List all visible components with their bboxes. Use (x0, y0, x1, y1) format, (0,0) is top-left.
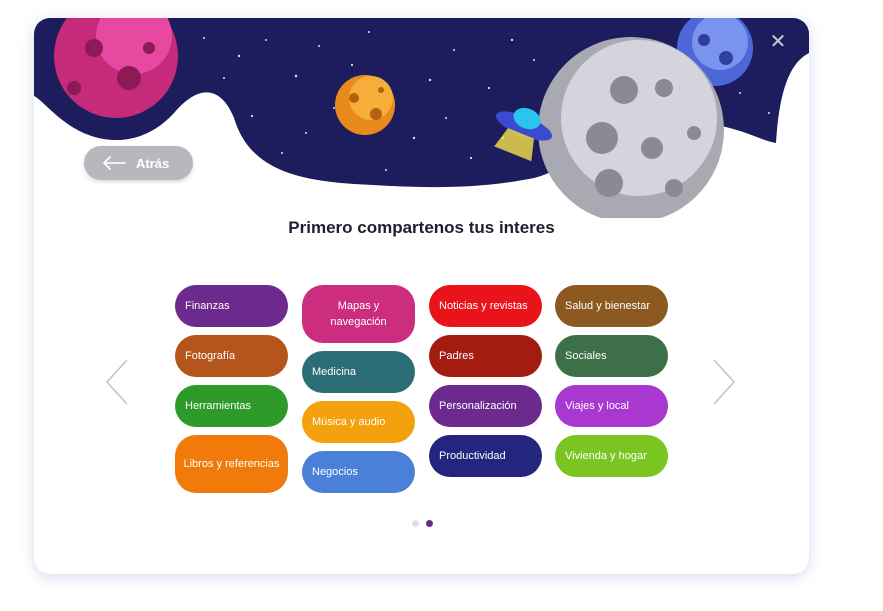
interests-dialog: ✕ Atrás Primero compartenos tus interes … (34, 18, 809, 574)
page-title: Primero compartenos tus interes (288, 218, 555, 237)
orange-planet-icon (335, 75, 395, 135)
chevron-right-icon[interactable] (711, 358, 737, 406)
interest-salud-y-bienestar[interactable]: Salud y bienestar (555, 285, 668, 327)
chevron-left-icon[interactable] (104, 358, 130, 406)
interest-fotografia[interactable]: Fotografía (175, 335, 288, 377)
interest-productividad[interactable]: Productividad (429, 435, 542, 477)
close-icon[interactable]: ✕ (769, 31, 787, 51)
back-button[interactable]: Atrás (84, 146, 193, 180)
pagination-dots (412, 520, 442, 528)
interest-sociales[interactable]: Sociales (555, 335, 668, 377)
interest-personalizacion[interactable]: Personalización (429, 385, 542, 427)
pagination-dot-2[interactable] (426, 520, 433, 527)
interest-viajes-y-local[interactable]: Viajes y local (555, 385, 668, 427)
space-banner (34, 18, 809, 218)
interest-noticias-y-revistas[interactable]: Noticias y revistas (429, 285, 542, 327)
interest-vivienda-y-hogar[interactable]: Vivienda y hogar (555, 435, 668, 477)
interest-finanzas[interactable]: Finanzas (175, 285, 288, 327)
interest-padres[interactable]: Padres (429, 335, 542, 377)
interest-medicina[interactable]: Medicina (302, 351, 415, 393)
interest-mapas-y-navegacion[interactable]: Mapas y navegación (302, 285, 415, 343)
interests-grid: Finanzas Fotografía Herramientas Libros … (175, 285, 669, 495)
pagination-dot-1[interactable] (412, 520, 419, 527)
interest-musica-y-audio[interactable]: Música y audio (302, 401, 415, 443)
interest-negocios[interactable]: Negocios (302, 451, 415, 493)
back-button-label: Atrás (136, 155, 170, 171)
arrow-left-icon (103, 156, 126, 170)
interest-herramientas[interactable]: Herramientas (175, 385, 288, 427)
moon-planet-icon (538, 37, 724, 218)
interest-libros-y-referencias[interactable]: Libros y referencias (175, 435, 288, 493)
